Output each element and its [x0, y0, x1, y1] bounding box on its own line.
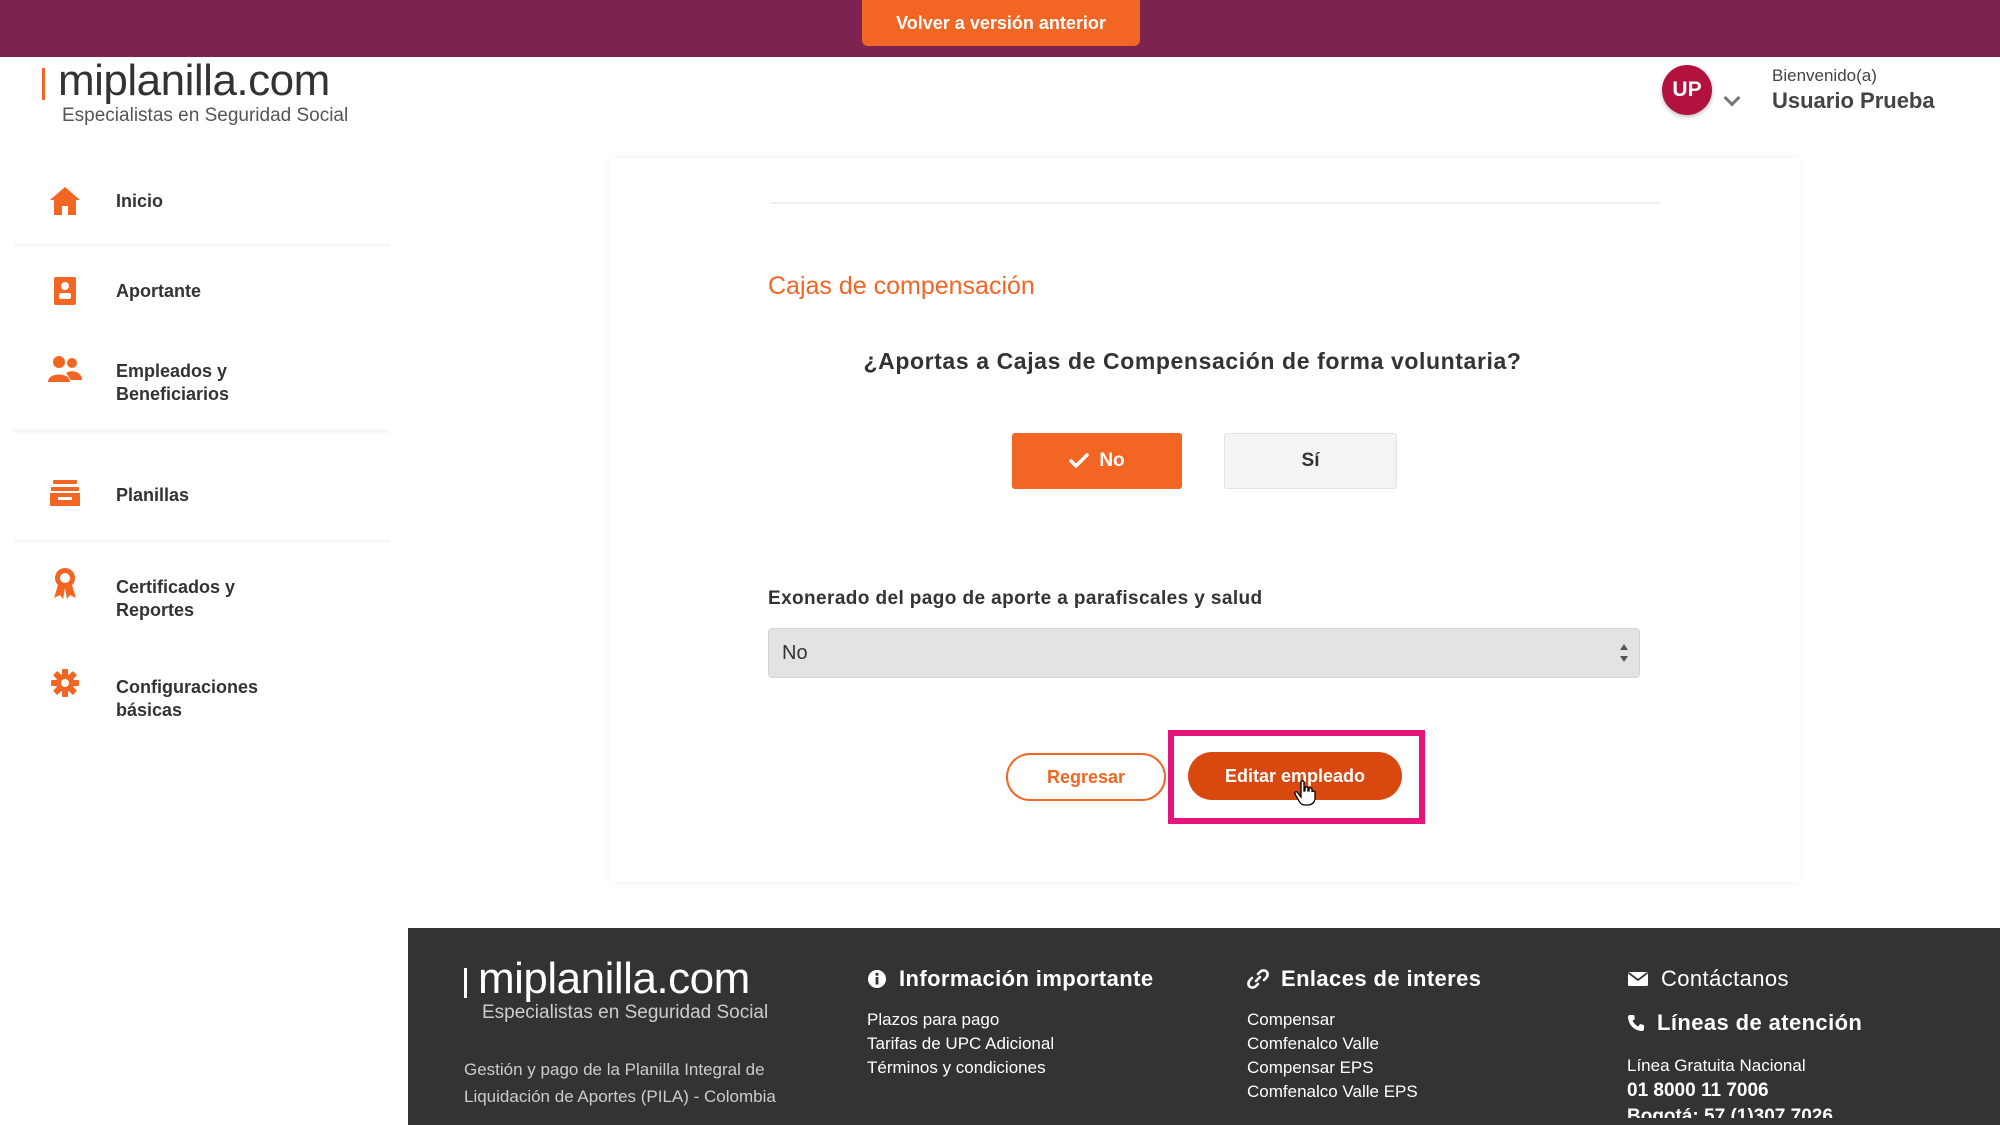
regresar-button[interactable]: Regresar	[1006, 753, 1166, 801]
sidebar-item-certificados[interactable]: Certificados y Reportes	[14, 568, 390, 630]
sidebar-divider	[14, 244, 390, 248]
footer-lines-heading: Líneas de atención	[1627, 1010, 1862, 1036]
footer: miplanilla.com Especialistas en Segurida…	[408, 928, 2000, 1125]
footer-link[interactable]: Compensar EPS	[1247, 1056, 1481, 1080]
select-arrows-icon	[1620, 644, 1628, 662]
option-no-button[interactable]: No	[1012, 433, 1182, 489]
sidebar-divider	[14, 430, 390, 434]
sidebar-item-label: Certificados y	[116, 577, 236, 597]
badge-icon	[48, 274, 82, 308]
sidebar-item-label-group: Configuraciones básicas	[116, 676, 258, 722]
footer-lines-title: Líneas de atención	[1657, 1010, 1863, 1035]
sidebar-item-label: básicas	[116, 700, 183, 720]
back-to-previous-version-button[interactable]: Volver a versión anterior	[862, 0, 1140, 46]
exonerado-select[interactable]: No	[768, 628, 1640, 678]
sidebar-item-label: Aportante	[116, 281, 201, 301]
sidebar-item-label: Configuraciones	[116, 677, 259, 697]
footer-info-column: Información importante Plazos para pago …	[867, 966, 1154, 1080]
footer-links-heading: Enlaces de interes	[1247, 966, 1481, 992]
user-name: Usuario Prueba	[1772, 88, 1935, 113]
home-icon	[48, 184, 82, 218]
footer-link[interactable]: Tarifas de UPC Adicional	[867, 1032, 1154, 1056]
sidebar-item-label: Reportes	[116, 600, 195, 620]
sidebar-item-label-group: Certificados y Reportes	[116, 576, 235, 622]
avatar[interactable]: UP	[1662, 65, 1712, 115]
option-si-button[interactable]: Sí	[1224, 433, 1397, 489]
sidebar-item-label: Planillas	[116, 485, 190, 505]
footer-info-title: Información importante	[899, 966, 1154, 991]
question-text: ¿Aportas a Cajas de Compensación de form…	[863, 348, 1522, 374]
phone-icon	[1628, 1015, 1644, 1031]
footer-links-list: Compensar Comfenalco Valle Compensar EPS…	[1247, 1008, 1481, 1104]
footer-info-heading: Información importante	[867, 966, 1154, 992]
footer-logo-name: miplanilla.com	[478, 954, 750, 1003]
top-bar: Volver a versión anterior	[0, 0, 2000, 57]
footer-link[interactable]: Comfenalco Valle EPS	[1247, 1080, 1481, 1104]
divider	[770, 202, 1660, 204]
welcome-text: Bienvenido(a)	[1772, 66, 1877, 85]
footer-links-column: Enlaces de interes Compensar Comfenalco …	[1247, 966, 1481, 1104]
footer-contact-column: Contáctanos Líneas de atención Línea Gra…	[1627, 966, 1862, 1118]
sidebar-item-inicio[interactable]: Inicio	[14, 186, 390, 236]
sidebar-item-aportante[interactable]: Aportante	[14, 276, 390, 326]
footer-logo-tagline: Especialistas en Seguridad Social	[482, 1002, 769, 1023]
sidebar-item-label: Beneficiarios	[116, 384, 230, 404]
gear-icon	[48, 666, 82, 700]
hand-cursor-icon	[1294, 780, 1316, 806]
user-menu[interactable]: UP Bienvenido(a) Usuario Prueba	[1662, 62, 1962, 122]
chevron-down-icon[interactable]	[1723, 89, 1741, 107]
sidebar-item-empleados[interactable]: Empleados y Beneficiarios	[14, 356, 390, 416]
section-title: Cajas de compensación	[768, 272, 1035, 300]
footer-info-links: Plazos para pago Tarifas de UPC Adiciona…	[867, 1008, 1154, 1080]
footer-link[interactable]: Comfenalco Valle	[1247, 1032, 1481, 1056]
link-icon	[1247, 969, 1269, 989]
award-icon	[48, 566, 82, 600]
check-icon	[1069, 453, 1090, 468]
inbox-icon	[48, 476, 82, 510]
sidebar-item-label: Inicio	[116, 191, 164, 211]
line-label: Línea Gratuita Nacional	[1627, 1056, 1806, 1075]
logo-bar	[42, 68, 45, 100]
footer-contact-title: Contáctanos	[1661, 966, 1789, 991]
footer-link[interactable]: Compensar	[1247, 1008, 1481, 1032]
sidebar-item-label: Empleados y	[116, 361, 228, 381]
select-value: No	[782, 642, 808, 664]
footer-links-title: Enlaces de interes	[1281, 966, 1482, 991]
phone-number[interactable]: 01 8000 11 7006	[1627, 1080, 1862, 1102]
footer-description: Gestión y pago de la Planilla Integral d…	[464, 1060, 776, 1106]
footer-link[interactable]: Plazos para pago	[867, 1008, 1154, 1032]
logo-tagline: Especialistas en Seguridad Social	[62, 105, 349, 126]
info-icon	[868, 970, 886, 988]
logo-bar	[464, 968, 467, 998]
sidebar-item-configuraciones[interactable]: Configuraciones básicas	[14, 669, 390, 730]
phone-number-secondary[interactable]: Bogotá: 57 (1)307 7026	[1627, 1106, 1862, 1118]
sidebar-divider	[14, 540, 390, 544]
main-card: Cajas de compensación ¿Aportas a Cajas d…	[610, 158, 1800, 882]
footer-contact-heading[interactable]: Contáctanos	[1627, 966, 1862, 992]
mail-icon	[1627, 972, 1649, 986]
sidebar-item-planillas[interactable]: Planillas	[14, 480, 390, 530]
footer-link[interactable]: Términos y condiciones	[867, 1056, 1154, 1080]
option-no-label: No	[1099, 450, 1125, 471]
sidebar-item-label-group: Empleados y Beneficiarios	[116, 360, 229, 406]
logo-name: miplanilla.com	[58, 56, 330, 105]
exonerado-label: Exonerado del pago de aporte a parafisca…	[768, 588, 1263, 609]
users-icon	[48, 352, 82, 386]
